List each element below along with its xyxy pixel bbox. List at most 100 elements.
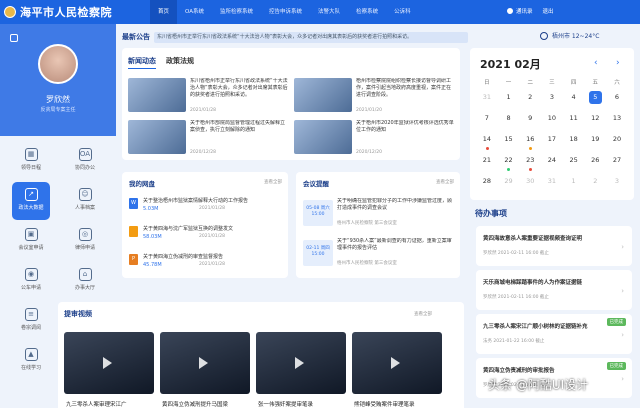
- view-all-link[interactable]: 查看全部: [414, 311, 432, 317]
- calendar-day[interactable]: 3: [606, 174, 628, 195]
- calendar-day[interactable]: 31: [476, 90, 498, 111]
- calendar-day[interactable]: 18: [563, 132, 585, 153]
- calendar-day[interactable]: 13: [606, 111, 628, 132]
- video-item[interactable]: 黄四海立伪减刑提升马国梁: [160, 332, 250, 408]
- calendar-day[interactable]: 26: [584, 153, 606, 174]
- menu-car[interactable]: ◉ 公车申请: [12, 262, 50, 300]
- contacts-link[interactable]: 通讯录: [516, 7, 533, 15]
- chevron-right-icon[interactable]: ›: [616, 58, 620, 68]
- menu-bigdata[interactable]: ↗ 政法大数据: [12, 182, 50, 220]
- day-number: 14: [482, 135, 491, 143]
- view-all-link[interactable]: 查看全部: [436, 179, 454, 185]
- news-item[interactable]: 关于梧州市部院局监督管理过程过失解释立案侦查，执行立刻解除的通知 2020/12/…: [128, 120, 288, 164]
- menu-schedule[interactable]: ▦ 领导日程: [12, 142, 50, 180]
- todo-item[interactable]: 黄四海故意杀人案重要证据视频查询证明 罗欣然 2021-02-11 16:00 截…: [476, 226, 632, 266]
- meeting-item[interactable]: 02-11 周四 15:00 关于“930杀人案”最新调查的有力证据，重新立案审理…: [303, 238, 455, 274]
- calendar-day[interactable]: 9: [519, 111, 541, 132]
- calendar-day[interactable]: 20: [606, 132, 628, 153]
- calendar-day[interactable]: 27: [606, 153, 628, 174]
- video-item[interactable]: 张一伟强奸案提审笔录: [256, 332, 346, 408]
- menu-label: 会议室申请: [18, 245, 44, 251]
- menu-study[interactable]: ▲ 在线学习: [12, 342, 50, 380]
- calendar-day[interactable]: 28: [476, 174, 498, 195]
- nav-home[interactable]: 首页: [150, 0, 178, 24]
- calendar-day[interactable]: 15: [498, 132, 520, 153]
- tab-policy[interactable]: 政策法规: [166, 56, 194, 69]
- calendar-day[interactable]: 16: [519, 132, 541, 153]
- news-item[interactable]: 关于梧州市2020年监狱评优考核评选优秀单位工作的通知 2020/12/20: [294, 120, 454, 164]
- news-date: 2021/01/20: [356, 108, 382, 113]
- hall-icon: ⌂: [78, 268, 92, 281]
- nav-oa[interactable]: OA系统: [177, 0, 212, 24]
- menu-files[interactable]: ≡ 卷宗调阅: [12, 302, 50, 340]
- calendar-day[interactable]: 2: [519, 90, 541, 111]
- todo-item[interactable]: 天乐商城电梯踩踏事件的人为作案证据链 罗欣然 2021-02-11 16:00 截…: [476, 270, 632, 310]
- tab-news[interactable]: 新闻动态: [128, 56, 156, 69]
- todo-item-time: 法务 2021-01-22 16:00 截止: [483, 339, 545, 344]
- calendar-day[interactable]: 24: [541, 153, 563, 174]
- calendar-icon: ▦: [24, 148, 38, 161]
- calendar-day[interactable]: 5: [584, 90, 606, 111]
- logo[interactable]: 海平市人民检察院: [4, 5, 112, 19]
- calendar-day[interactable]: 21: [476, 153, 498, 174]
- todo-item[interactable]: 已完成 九三零杀人案宋江广顺小树林的证据链补充 法务 2021-01-22 16:0…: [476, 314, 632, 354]
- nav-prosecution[interactable]: 公诉科: [386, 0, 419, 24]
- calendar-day[interactable]: 29: [498, 174, 520, 195]
- chevron-right-icon: ›: [621, 375, 624, 383]
- calendar-day[interactable]: 30: [519, 174, 541, 195]
- menu-toggle-icon[interactable]: [10, 34, 18, 42]
- day-number: 21: [482, 156, 491, 164]
- news-item[interactable]: 梧州市检察院院组织检察长接访督导调研工作，案件引起当地政府高度重视，案件正在进行…: [294, 78, 454, 122]
- todo-item-time: 罗欣然 2021-02-11 16:00 截止: [483, 251, 549, 256]
- file-item[interactable]: P 关于黄四海立伪减刑的审查监督报告 45.78M 2021/01/28: [129, 252, 283, 272]
- calendar-day[interactable]: 7: [476, 111, 498, 132]
- video-item[interactable]: 熊铠峰受贿案件审理笔录: [352, 332, 442, 408]
- view-all-link[interactable]: 查看全部: [264, 179, 282, 185]
- file-item[interactable]: W 关于整治梧州市监狱案情解释大行动的工作报告 5.03M 2021/01/28: [129, 196, 283, 216]
- announcement-text[interactable]: 东川省梧州市正举行东川省政法系统“十大法治人物”表彰大会，众多记者对出席其表彰后…: [154, 31, 468, 43]
- avatar[interactable]: [38, 44, 78, 84]
- calendar-day[interactable]: 23: [519, 153, 541, 174]
- menu-meeting-room[interactable]: ▣ 会议室申请: [12, 222, 50, 260]
- video-item[interactable]: 九三零杀人案审理宋江广: [64, 332, 154, 408]
- nav-police[interactable]: 法警大队: [310, 0, 348, 24]
- menu-oa[interactable]: OA 协同办公: [66, 142, 104, 180]
- menu-lawyer[interactable]: ◎ 律师申请: [66, 222, 104, 260]
- play-icon[interactable]: [391, 357, 400, 369]
- calendar-day[interactable]: 31: [541, 174, 563, 195]
- file-icon: ≡: [24, 308, 38, 321]
- calendar-day[interactable]: 10: [541, 111, 563, 132]
- play-icon[interactable]: [199, 357, 208, 369]
- chevron-left-icon[interactable]: ‹: [594, 58, 598, 68]
- day-number: 22: [504, 156, 513, 164]
- play-icon[interactable]: [103, 357, 112, 369]
- calendar-day[interactable]: 4: [563, 90, 585, 111]
- calendar-day[interactable]: 19: [584, 132, 606, 153]
- exit-link[interactable]: 退出: [543, 7, 554, 15]
- nav-prison[interactable]: 监所检察系统: [212, 0, 261, 24]
- calendar-day[interactable]: 22: [498, 153, 520, 174]
- menu-personnel[interactable]: ☺ 人事档案: [66, 182, 104, 220]
- nav-procuratorate[interactable]: 检察系统: [348, 0, 386, 24]
- play-icon[interactable]: [295, 357, 304, 369]
- calendar-day[interactable]: 6: [606, 90, 628, 111]
- news-text: 梧州市检察院院组织检察长接访督导调研工作，案件引起当地政府高度重视，案件正在进行…: [356, 78, 452, 98]
- calendar-day[interactable]: 1: [563, 174, 585, 195]
- calendar-day[interactable]: 11: [563, 111, 585, 132]
- calendar-day[interactable]: 3: [541, 90, 563, 111]
- meeting-item[interactable]: 05-08 周六 15:00 关于明确在监管犯罪分子的工作中涉嫌监管过度，顾打造成…: [303, 198, 455, 234]
- calendar-day[interactable]: 25: [563, 153, 585, 174]
- day-number: 15: [504, 135, 513, 143]
- calendar-day[interactable]: 1: [498, 90, 520, 111]
- nav-complaint[interactable]: 控告申诉系统: [261, 0, 310, 24]
- calendar-day[interactable]: 14: [476, 132, 498, 153]
- menu-label: 领导日程: [20, 165, 41, 171]
- file-item[interactable]: 关于黄四海与沈广军监狱互换的调整发文 58.03M 2021/01/28: [129, 224, 283, 244]
- calendar-day[interactable]: 8: [498, 111, 520, 132]
- news-item[interactable]: 东川省梧州市正举行东川省政法系统“十大法治人物”表彰大会，众多记者对出席其表彰后…: [128, 78, 288, 122]
- file-date: 2021/01/28: [199, 234, 225, 239]
- calendar-day[interactable]: 17: [541, 132, 563, 153]
- calendar-day[interactable]: 12: [584, 111, 606, 132]
- calendar-day[interactable]: 2: [584, 174, 606, 195]
- menu-hall[interactable]: ⌂ 办事大厅: [66, 262, 104, 300]
